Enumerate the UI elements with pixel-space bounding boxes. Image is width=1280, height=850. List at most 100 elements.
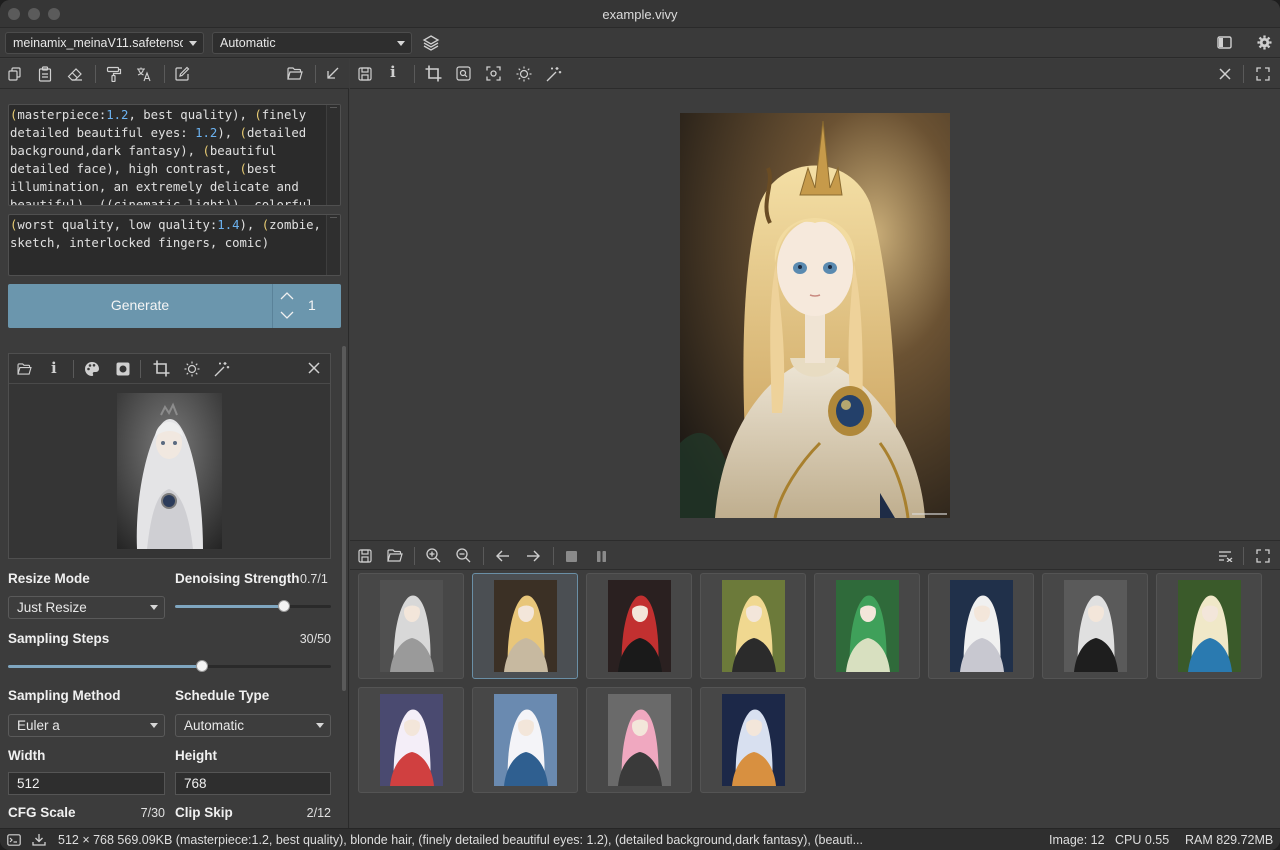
chevron-down-icon: [397, 41, 405, 46]
sampling-steps-slider[interactable]: [8, 660, 331, 672]
clip-skip-value: 2/12: [306, 806, 331, 820]
magic-wand-icon[interactable]: [546, 66, 562, 82]
gallery-thumbnail[interactable]: [472, 573, 578, 679]
chevron-up-icon[interactable]: [280, 291, 294, 300]
model-select[interactable]: meinamix_meinaV11.safetensors: [5, 32, 204, 54]
generate-label: Generate: [110, 297, 170, 313]
fullscreen-icon[interactable]: [1256, 67, 1270, 81]
zoom-out-icon[interactable]: [456, 548, 471, 563]
gear-icon[interactable]: [1257, 35, 1272, 50]
mask-icon[interactable]: [116, 362, 130, 376]
denoise-slider-fill: [175, 605, 284, 608]
positive-prompt-textarea[interactable]: (masterpiece:1.2, best quality), (finely…: [8, 104, 341, 206]
save-icon[interactable]: [358, 67, 372, 81]
gallery-thumbnail-image: [380, 580, 443, 672]
height-input[interactable]: 768: [175, 772, 331, 795]
positive-prompt-line: beautiful), ((cinematic light)), colorfu…: [10, 198, 314, 206]
gallery-thumbnail[interactable]: [700, 573, 806, 679]
save-icon[interactable]: [358, 549, 372, 563]
width-input[interactable]: 512: [8, 772, 165, 795]
positive-prompt-text: (masterpiece:1.2, best quality), (finely…: [10, 105, 338, 206]
prompt-scrollbar[interactable]: [326, 105, 340, 205]
generate-button[interactable]: Generate 1: [8, 284, 341, 328]
sampling-method-select[interactable]: Euler a: [8, 714, 165, 737]
zoom-in-icon[interactable]: [426, 548, 441, 563]
gallery-thumbnail-image: [1064, 580, 1127, 672]
toolbar-divider: [73, 360, 74, 378]
resize-mode-value: Just Resize: [17, 600, 87, 615]
vae-select-value: Automatic: [220, 36, 276, 50]
toolbar-divider: [164, 65, 165, 83]
crop-icon[interactable]: [153, 360, 170, 377]
image-viewer[interactable]: [350, 90, 1280, 540]
focus-icon[interactable]: [486, 66, 501, 81]
palette-icon[interactable]: [84, 361, 100, 377]
clear-list-icon[interactable]: [1218, 550, 1233, 562]
close-icon[interactable]: [308, 362, 320, 374]
arrow-down-left-icon[interactable]: [326, 67, 339, 80]
magic-wand-icon[interactable]: [214, 361, 230, 377]
arrow-right-icon[interactable]: [526, 550, 540, 562]
gallery-thumbnail-image: [608, 580, 671, 672]
gallery-thumbnail[interactable]: [358, 573, 464, 679]
gallery-thumbnail-image: [722, 694, 785, 786]
init-image-toolbar: i: [9, 354, 330, 384]
gallery-thumbnail-image: [836, 580, 899, 672]
paint-roller-icon[interactable]: [106, 66, 122, 82]
cfg-scale-label: CFG Scale: [8, 805, 76, 820]
folder-open-icon[interactable]: [387, 549, 403, 562]
resize-mode-select[interactable]: Just Resize: [8, 596, 165, 619]
translate-icon[interactable]: [136, 66, 152, 82]
gallery-thumbnail[interactable]: [358, 687, 464, 793]
params-scrollbar[interactable]: [342, 346, 346, 691]
folder-open-icon[interactable]: [287, 67, 303, 80]
gallery-thumbnail[interactable]: [586, 687, 692, 793]
edit-icon[interactable]: [175, 66, 190, 81]
zoom-fit-icon[interactable]: [456, 66, 471, 81]
gallery-thumbnail[interactable]: [700, 687, 806, 793]
sampling-steps-slider-handle[interactable]: [196, 660, 208, 672]
schedule-type-label: Schedule Type: [175, 688, 270, 703]
image-count: Image: 12: [1049, 833, 1105, 847]
layers-icon[interactable]: [422, 34, 440, 52]
eraser-icon[interactable]: [67, 67, 83, 81]
gallery-thumbnail[interactable]: [1156, 573, 1262, 679]
gallery-thumbnail-image: [608, 694, 671, 786]
terminal-icon[interactable]: [7, 834, 21, 846]
gallery-thumbnail[interactable]: [472, 687, 578, 793]
gallery-thumbnail[interactable]: [928, 573, 1034, 679]
stop-icon[interactable]: [566, 551, 577, 562]
negative-prompt-textarea[interactable]: (worst quality, low quality:1.4), (zombi…: [8, 214, 341, 276]
info-icon[interactable]: i: [390, 65, 396, 80]
negative-prompt-line: (worst quality, low quality:1.4), (zombi…: [10, 218, 321, 232]
generate-divider: [272, 284, 273, 328]
fullscreen-icon[interactable]: [1256, 549, 1270, 563]
toolbar-divider: [315, 65, 316, 83]
gallery-thumbnail[interactable]: [814, 573, 920, 679]
toolbar-divider: [483, 547, 484, 565]
schedule-type-select[interactable]: Automatic: [175, 714, 331, 737]
positive-prompt-line: detailed beautiful eyes: 1.2), (detailed: [10, 126, 307, 140]
batch-count[interactable]: 1: [308, 297, 316, 313]
close-icon[interactable]: [1219, 68, 1231, 80]
arrow-left-icon[interactable]: [496, 550, 510, 562]
download-icon[interactable]: [32, 833, 46, 846]
folder-open-icon[interactable]: [17, 363, 32, 375]
crop-icon[interactable]: [425, 65, 442, 82]
pause-icon[interactable]: [596, 551, 607, 562]
vae-select[interactable]: Automatic: [212, 32, 412, 54]
chevron-down-icon[interactable]: [280, 311, 294, 320]
info-icon[interactable]: i: [51, 361, 57, 376]
negative-scrollbar[interactable]: [326, 215, 340, 275]
gallery-thumbnail[interactable]: [586, 573, 692, 679]
paste-icon[interactable]: [38, 66, 52, 82]
brightness-icon[interactable]: [516, 66, 532, 82]
copy-icon[interactable]: [8, 67, 22, 81]
denoise-slider[interactable]: [175, 600, 331, 612]
cpu-usage: CPU 0.55: [1115, 833, 1170, 847]
sidebar-toggle-icon[interactable]: [1217, 36, 1232, 49]
denoise-slider-handle[interactable]: [278, 600, 290, 612]
brightness-icon[interactable]: [184, 361, 200, 377]
sampling-steps-label: Sampling Steps: [8, 631, 110, 646]
gallery-thumbnail[interactable]: [1042, 573, 1148, 679]
